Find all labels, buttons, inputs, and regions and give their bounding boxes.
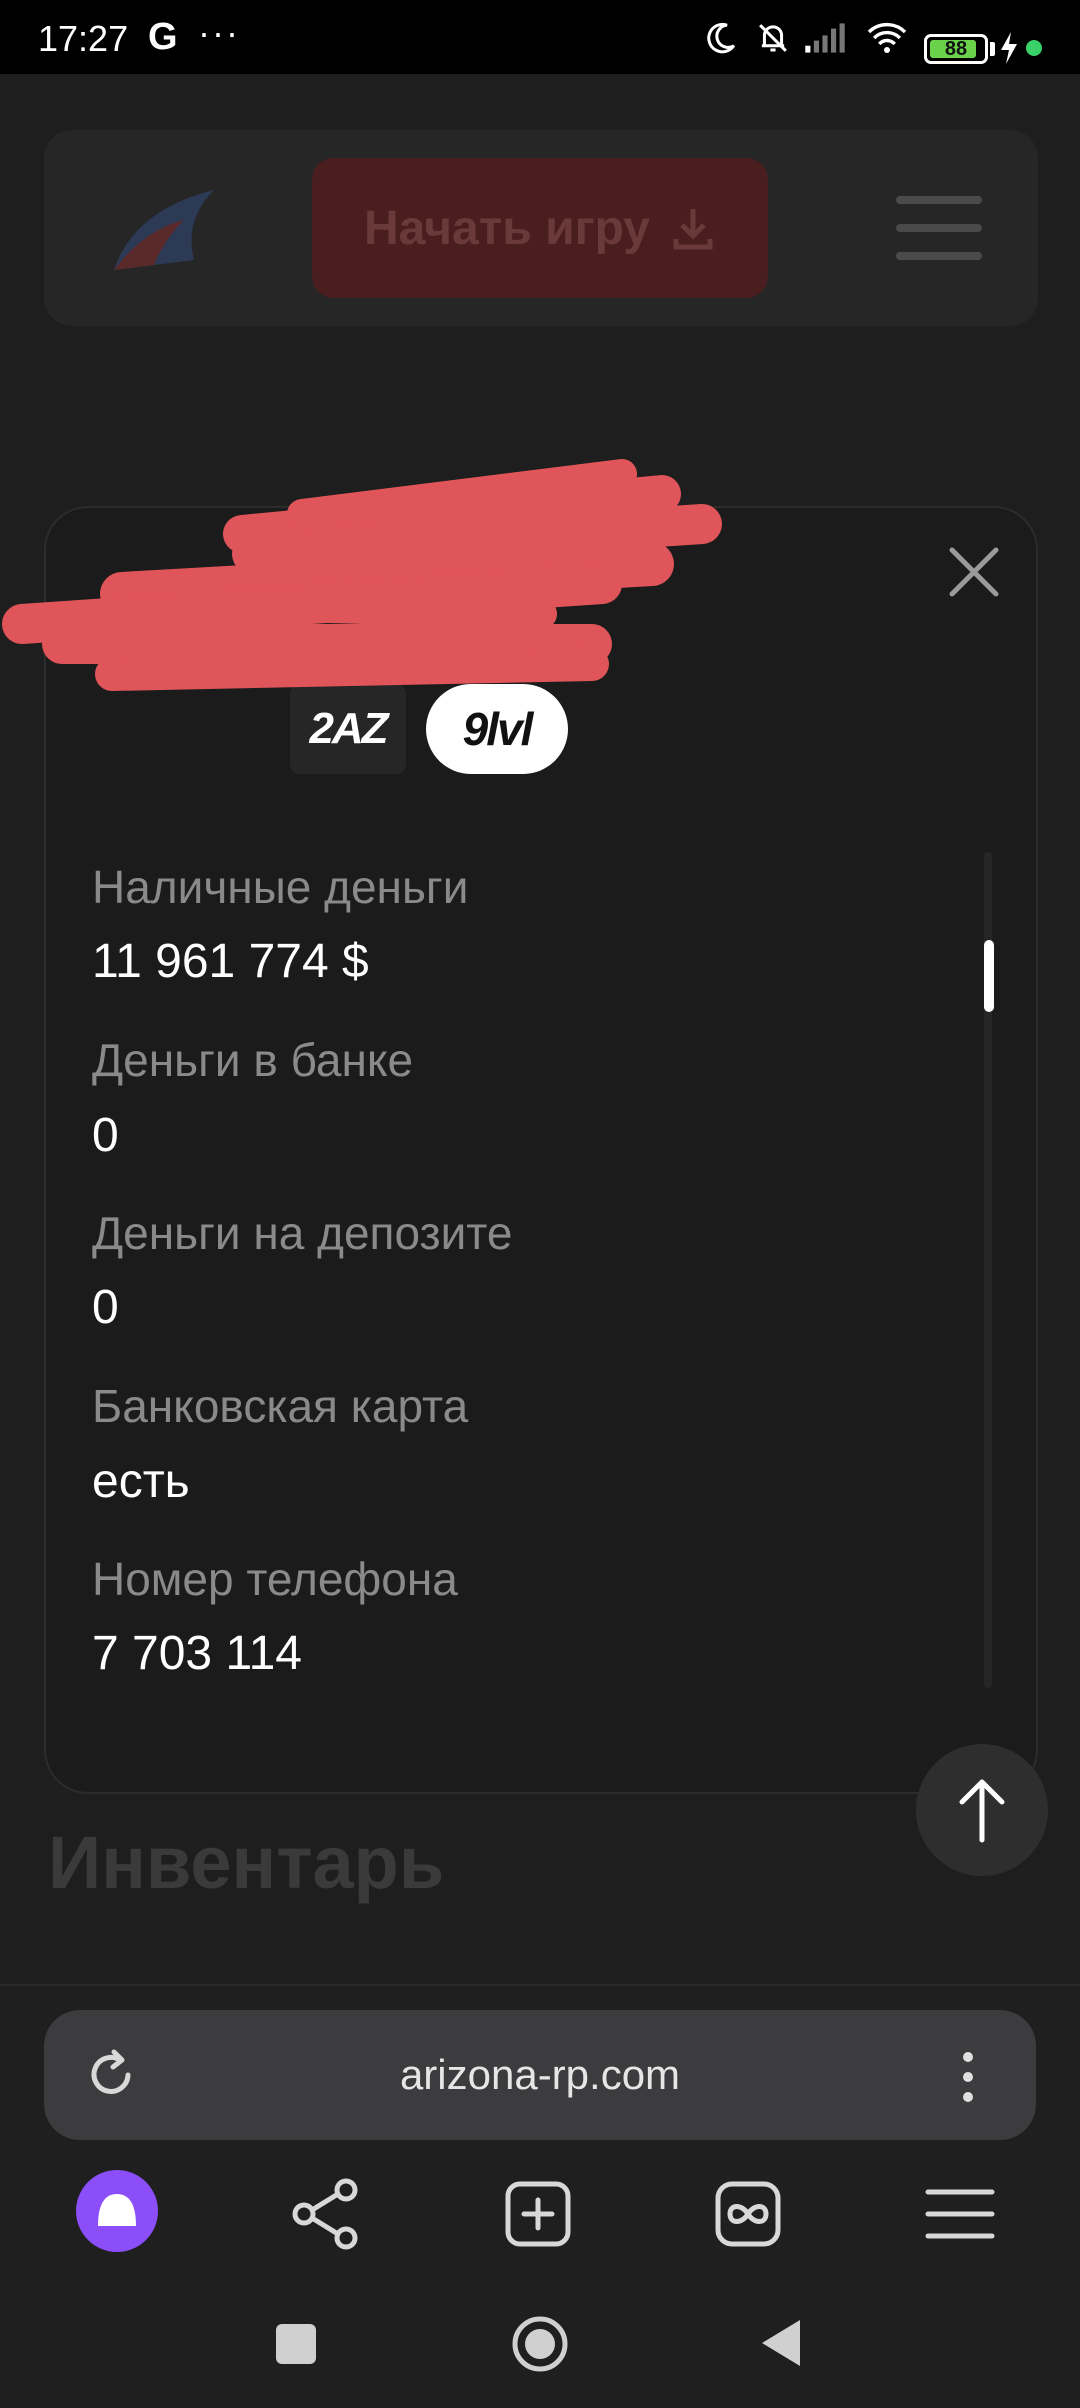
charging-bolt-icon	[1001, 32, 1017, 64]
field-value-bank-card: есть	[92, 1455, 190, 1508]
alice-assistant-icon	[98, 2194, 136, 2226]
start-game-label: Начать игру	[364, 201, 650, 255]
field-value-phone: 7 703 114	[92, 1627, 302, 1680]
google-icon: G	[148, 16, 178, 58]
do-not-disturb-moon-icon	[707, 22, 736, 54]
field-value-bank: 0	[92, 1109, 119, 1162]
more-vertical-icon[interactable]	[958, 2050, 978, 2104]
status-time: 17:27	[38, 18, 129, 59]
battery-icon: 88	[924, 34, 988, 64]
download-icon	[673, 209, 713, 250]
redaction-scribble	[2, 459, 722, 691]
field-label-bank-card: Банковская карта	[92, 1380, 469, 1432]
battery-tip	[990, 42, 995, 56]
hamburger-menu-icon[interactable]	[918, 2172, 1002, 2256]
alice-assistant-button[interactable]	[76, 2170, 158, 2252]
battery-level: 88	[944, 38, 968, 60]
camera-indicator-dot	[1026, 40, 1042, 56]
signal-icon	[805, 23, 845, 53]
close-icon[interactable]	[946, 544, 1002, 600]
back-triangle-icon[interactable]	[758, 2316, 804, 2370]
field-label-cash: Наличные деньги	[92, 861, 469, 913]
plus-square-icon[interactable]	[496, 2172, 580, 2256]
field-value-deposit: 0	[92, 1281, 119, 1334]
site-header: Начать игру	[44, 130, 1038, 326]
scroll-to-top-button[interactable]	[916, 1744, 1048, 1876]
inventory-heading: Инвентарь	[48, 1821, 445, 1904]
field-label-deposit: Деньги на депозите	[92, 1207, 513, 1259]
field-label-bank: Деньги в банке	[92, 1034, 414, 1086]
site-menu-button[interactable]	[896, 196, 982, 260]
url-text[interactable]: arizona-rp.com	[44, 2010, 1036, 2140]
home-circle-icon[interactable]	[510, 2314, 570, 2374]
bell-muted-icon	[759, 24, 787, 52]
arrow-up-icon	[959, 1779, 1005, 1843]
status-bar: 17:27 G ··· 88	[0, 0, 1080, 74]
share-icon[interactable]	[284, 2172, 368, 2256]
field-label-phone: Номер телефона	[92, 1553, 458, 1605]
recents-square-icon[interactable]	[274, 2322, 318, 2366]
start-game-button[interactable]: Начать игру	[312, 158, 768, 298]
modal-scrollbar-thumb[interactable]	[984, 940, 994, 1012]
more-notifications-icon: ···	[198, 12, 240, 53]
field-value-cash: 11 961 774 $	[92, 935, 369, 988]
address-bar[interactable]: arizona-rp.com	[44, 2010, 1036, 2140]
infinity-tabs-icon[interactable]	[706, 2172, 790, 2256]
profile-modal: 2AZ 9lvl Наличные деньги 11 961 774 $ Де…	[2, 459, 1038, 1794]
arizona-logo-icon[interactable]	[104, 180, 224, 280]
wifi-icon	[867, 22, 907, 53]
